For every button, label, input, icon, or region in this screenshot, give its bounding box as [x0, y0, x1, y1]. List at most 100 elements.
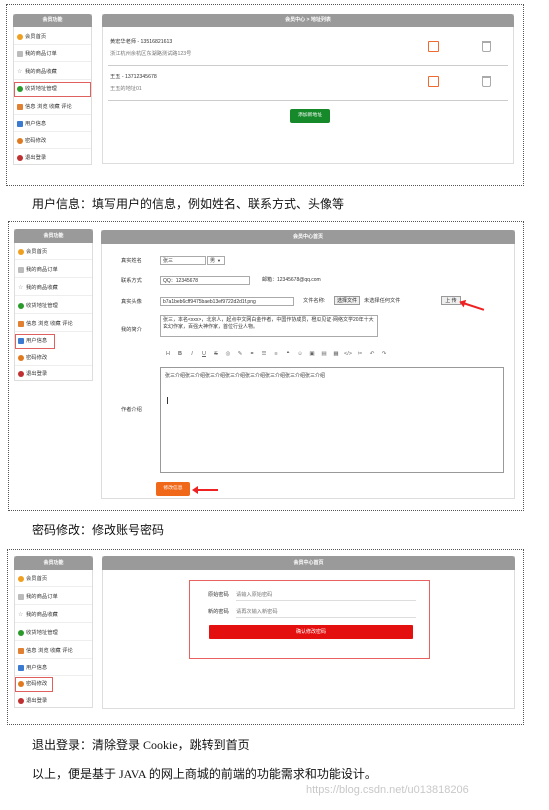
- real-name-input[interactable]: 张三: [160, 256, 206, 265]
- address-item: 黄宏华老师 - 13516821613 浙江杭州余杭区东湖路测试路123号: [108, 34, 508, 66]
- trash-icon[interactable]: [482, 76, 491, 87]
- sidebar-item-password[interactable]: 密码修改: [14, 134, 91, 149]
- sidebar-item-userinfo[interactable]: 用户信息: [14, 117, 91, 132]
- link-icon[interactable]: ⚭: [246, 351, 258, 357]
- video-icon[interactable]: ▤: [318, 351, 330, 357]
- order-icon: [18, 267, 24, 273]
- sidebar-item-password[interactable]: 密码修改: [15, 351, 92, 366]
- qq-input[interactable]: QQ：12345678: [160, 276, 250, 285]
- sidebar-item-orders[interactable]: 我的商品订单: [14, 47, 91, 62]
- bold-icon[interactable]: B: [174, 351, 186, 357]
- author-editor[interactable]: 张三介绍张三介绍张三介绍张三介绍张三介绍张三介绍张三介绍张三介绍: [160, 367, 504, 473]
- save-info-button[interactable]: 修改信息: [156, 482, 190, 496]
- sidebar-item-userinfo[interactable]: 用户信息: [15, 661, 92, 676]
- email-input[interactable]: 邮箱：12345678@qq.com: [260, 276, 348, 285]
- sidebar-item-favorites[interactable]: ☆ 我的商品收藏: [15, 608, 92, 623]
- sidebar-item-home[interactable]: 会员首页: [14, 30, 91, 45]
- caption-password: 密码修改：修改账号密码: [32, 523, 165, 537]
- emoji-icon[interactable]: ☺: [294, 351, 306, 357]
- sidebar-item-orders[interactable]: 我的商品订单: [15, 590, 92, 605]
- clear-format-icon[interactable]: ✂: [354, 351, 366, 357]
- new-password-input[interactable]: 请再次输入新密码: [236, 608, 416, 618]
- table-icon[interactable]: ▦: [330, 351, 342, 357]
- heading-icon[interactable]: H: [162, 351, 174, 357]
- undo-icon[interactable]: ↶: [366, 351, 378, 357]
- old-password-label: 原始密码: [208, 592, 229, 598]
- real-name-label: 真实姓名: [121, 258, 142, 264]
- caption-userinfo: 用户信息：填写用户的信息，例如姓名、联系方式、头像等: [32, 197, 345, 211]
- redo-icon[interactable]: ↷: [378, 351, 390, 357]
- confirm-password-button[interactable]: 确认修改密码: [209, 625, 413, 639]
- old-password-input[interactable]: 请输入原始密码: [236, 591, 416, 601]
- sidebar: 会员功能 会员首页 我的商品订单 ☆ 我的商品收藏 收货地址管理 信息 浏览 收藏…: [13, 14, 92, 165]
- address-name-phone: 黄宏华老师 - 13516821613: [110, 39, 173, 45]
- strikethrough-icon[interactable]: S: [210, 351, 222, 357]
- password-panel: 会员中心首页 原始密码 请输入原始密码 新的密码 请再次输入新密码 确认修改密码: [102, 556, 515, 709]
- color-icon[interactable]: ◎: [222, 351, 234, 357]
- sidebar-item-address[interactable]: 收货地址管理: [15, 626, 92, 641]
- order-icon: [17, 51, 23, 57]
- sidebar-item-favorites[interactable]: ☆ 我的商品收藏: [14, 65, 91, 80]
- list-icon[interactable]: ☰: [258, 351, 270, 357]
- intro-textarea[interactable]: 张三，本名<xxx>，北京人，起点中文网白金作者，中国作协成员，橙瓜见证·网络文…: [160, 315, 378, 337]
- sidebar-item-logout[interactable]: 退出登录: [14, 151, 91, 166]
- new-password-label: 新的密码: [208, 609, 229, 615]
- choose-file-button[interactable]: 选择文件: [334, 296, 361, 305]
- edit-icon[interactable]: [428, 76, 439, 87]
- location-icon: [17, 86, 23, 92]
- userinfo-panel-header: 会员中心首页: [101, 230, 515, 244]
- address-item: 王五 - 13712345678 王五的地址01: [108, 69, 508, 101]
- password-form: 原始密码 请输入原始密码 新的密码 请再次输入新密码 确认修改密码: [189, 580, 430, 659]
- address-panel-header: 会员中心 > 地址列表: [102, 14, 514, 27]
- align-icon[interactable]: ≡: [270, 351, 282, 357]
- avatar-filename-input[interactable]: b7a1beb6cff9475baeb13ef9722d2d1f.png: [160, 297, 294, 306]
- sidebar-title: 会员功能: [14, 229, 93, 243]
- sidebar-item-logout[interactable]: 退出登录: [15, 694, 92, 709]
- address-panel: 会员中心 > 地址列表 黄宏华老师 - 13516821613 浙江杭州余杭区东…: [102, 14, 514, 164]
- sidebar-item-address[interactable]: 收货地址管理: [14, 82, 91, 97]
- image-icon[interactable]: ▣: [306, 351, 318, 357]
- sidebar-item-comments[interactable]: 信息 浏览 收藏 评论: [15, 317, 92, 332]
- watermark: https://blog.csdn.net/u013818206: [306, 784, 469, 796]
- user-icon: [18, 338, 24, 344]
- home-icon: [17, 34, 23, 40]
- sidebar-item-home[interactable]: 会员首页: [15, 245, 92, 260]
- sidebar: 会员功能 会员首页 我的商品订单 ☆ 我的商品收藏 收货地址管理 信息 浏览 收藏…: [14, 229, 93, 381]
- sidebar-item-comments[interactable]: 信息 浏览 收藏 评论: [15, 644, 92, 659]
- quote-icon[interactable]: ❝: [282, 351, 294, 357]
- sidebar-item-address[interactable]: 收货地址管理: [15, 299, 92, 314]
- location-icon: [18, 630, 24, 636]
- lock-icon: [18, 681, 24, 687]
- location-icon: [18, 303, 24, 309]
- italic-icon[interactable]: I: [186, 351, 198, 357]
- sidebar-title: 会员功能: [13, 14, 92, 27]
- comment-icon: [18, 648, 24, 654]
- sidebar-item-orders[interactable]: 我的商品订单: [15, 263, 92, 278]
- contact-label: 联系方式: [121, 278, 142, 284]
- logout-icon: [18, 698, 24, 704]
- text-cursor: [167, 397, 168, 404]
- sidebar-item-password[interactable]: 密码修改: [15, 677, 53, 692]
- sidebar-item-logout[interactable]: 退出登录: [15, 367, 92, 382]
- code-icon[interactable]: </>: [342, 351, 354, 357]
- order-icon: [18, 594, 24, 600]
- chevron-down-icon: ▼: [217, 258, 221, 263]
- caption-logout: 退出登录：清除登录 Cookie，跳转到首页: [32, 738, 250, 752]
- sidebar-item-favorites[interactable]: ☆ 我的商品收藏: [15, 281, 92, 296]
- annotation-arrow: [192, 486, 218, 494]
- sidebar-item-home[interactable]: 会员首页: [15, 572, 92, 587]
- comment-icon: [18, 321, 24, 327]
- address-text: 王五的地址01: [110, 86, 142, 92]
- gender-select[interactable]: 男 ▼: [207, 256, 225, 265]
- userinfo-panel: 会员中心首页 真实姓名 张三 男 ▼ 联系方式 QQ：12345678 邮箱：12…: [101, 230, 515, 499]
- sidebar-item-userinfo[interactable]: 用户信息: [15, 334, 55, 349]
- avatar-label: 真实头像: [121, 299, 142, 305]
- add-address-button[interactable]: 添加新地址: [290, 109, 330, 123]
- sidebar-item-comments[interactable]: 信息 浏览 收藏 评论: [14, 100, 91, 115]
- home-icon: [18, 249, 24, 255]
- user-icon: [18, 665, 24, 671]
- brush-icon[interactable]: ✎: [234, 351, 246, 357]
- trash-icon[interactable]: [482, 41, 491, 52]
- edit-icon[interactable]: [428, 41, 439, 52]
- underline-icon[interactable]: U: [198, 351, 210, 357]
